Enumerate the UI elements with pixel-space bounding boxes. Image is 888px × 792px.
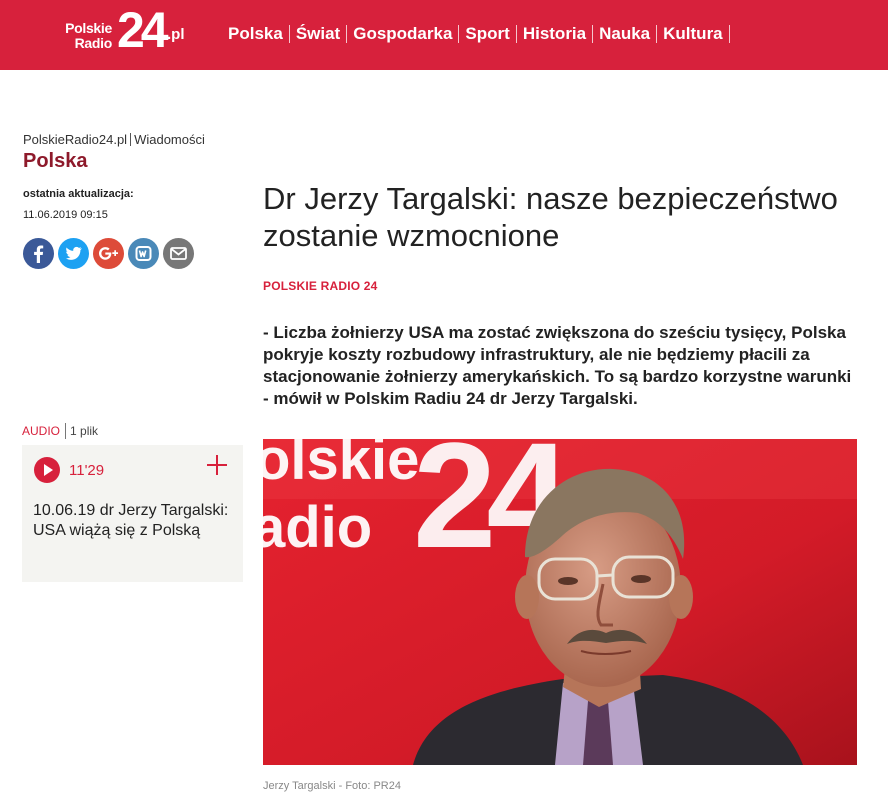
logo-line-1: Polskie — [65, 20, 112, 36]
breadcrumb: PolskieRadio24.pl Wiadomości — [23, 132, 205, 147]
logo-domain: .pl — [167, 26, 185, 43]
logo-number: 24 — [117, 2, 169, 58]
backdrop-text-1: olskie — [263, 439, 419, 492]
play-icon[interactable] — [34, 457, 60, 483]
nav-item-gospodarka[interactable]: Gospodarka — [347, 23, 458, 45]
wykop-share-button[interactable] — [128, 238, 159, 269]
audio-label: AUDIO — [22, 424, 61, 438]
nav-divider — [728, 25, 730, 43]
nav-item-kultura[interactable]: Kultura — [657, 23, 729, 45]
logo-line-2: Radio — [74, 35, 113, 51]
nav-item-nauka[interactable]: Nauka — [593, 23, 656, 45]
main-nav: Polska Świat Gospodarka Sport Historia N… — [222, 23, 730, 45]
backdrop-text-2: adio — [263, 495, 372, 560]
site-logo[interactable]: Polskie Radio 24 .pl — [58, 2, 188, 58]
mail-icon — [170, 247, 187, 260]
add-to-playlist-icon[interactable] — [206, 454, 228, 476]
article-source: POLSKIE RADIO 24 — [263, 279, 378, 293]
nav-item-polska[interactable]: Polska — [222, 23, 289, 45]
article-photo[interactable]: olskie adio 24 — [263, 439, 857, 765]
twitter-share-button[interactable] — [58, 238, 89, 269]
google-plus-icon — [99, 247, 118, 260]
update-date: 11.06.2019 09:15 — [23, 209, 108, 221]
breadcrumb-site[interactable]: PolskieRadio24.pl — [23, 132, 127, 147]
audio-count: 1 plik — [70, 424, 99, 438]
breadcrumb-divider — [130, 133, 132, 146]
breadcrumb-category[interactable]: Wiadomości — [134, 132, 205, 147]
section-title[interactable]: Polska — [23, 150, 87, 173]
audio-header: AUDIO 1 plik — [22, 423, 98, 439]
facebook-icon — [34, 245, 44, 263]
audio-card: 11'29 10.06.19 dr Jerzy Targalski: USA w… — [22, 445, 243, 582]
twitter-icon — [66, 246, 82, 260]
share-buttons — [23, 238, 198, 269]
article-title: Dr Jerzy Targalski: nasze bezpieczeństwo… — [263, 181, 838, 253]
mail-share-button[interactable] — [163, 238, 194, 269]
nav-item-swiat[interactable]: Świat — [290, 23, 346, 45]
nav-item-sport[interactable]: Sport — [459, 23, 515, 45]
audio-duration: 11'29 — [69, 462, 105, 479]
photo-caption: Jerzy Targalski - Foto: PR24 — [263, 780, 401, 792]
portrait-image: olskie adio 24 — [263, 439, 857, 765]
article-lead: - Liczba żołnierzy USA ma zostać zwiększ… — [263, 323, 852, 408]
audio-divider — [65, 423, 67, 439]
site-header: Polskie Radio 24 .pl Polska Świat Gospod… — [0, 0, 888, 70]
wykop-icon — [135, 246, 152, 261]
audio-title[interactable]: 10.06.19 dr Jerzy Targalski: USA wiążą s… — [33, 501, 238, 541]
update-label: ostatnia aktualizacja: — [23, 188, 134, 200]
facebook-share-button[interactable] — [23, 238, 54, 269]
google-plus-share-button[interactable] — [93, 238, 124, 269]
nav-item-historia[interactable]: Historia — [517, 23, 592, 45]
